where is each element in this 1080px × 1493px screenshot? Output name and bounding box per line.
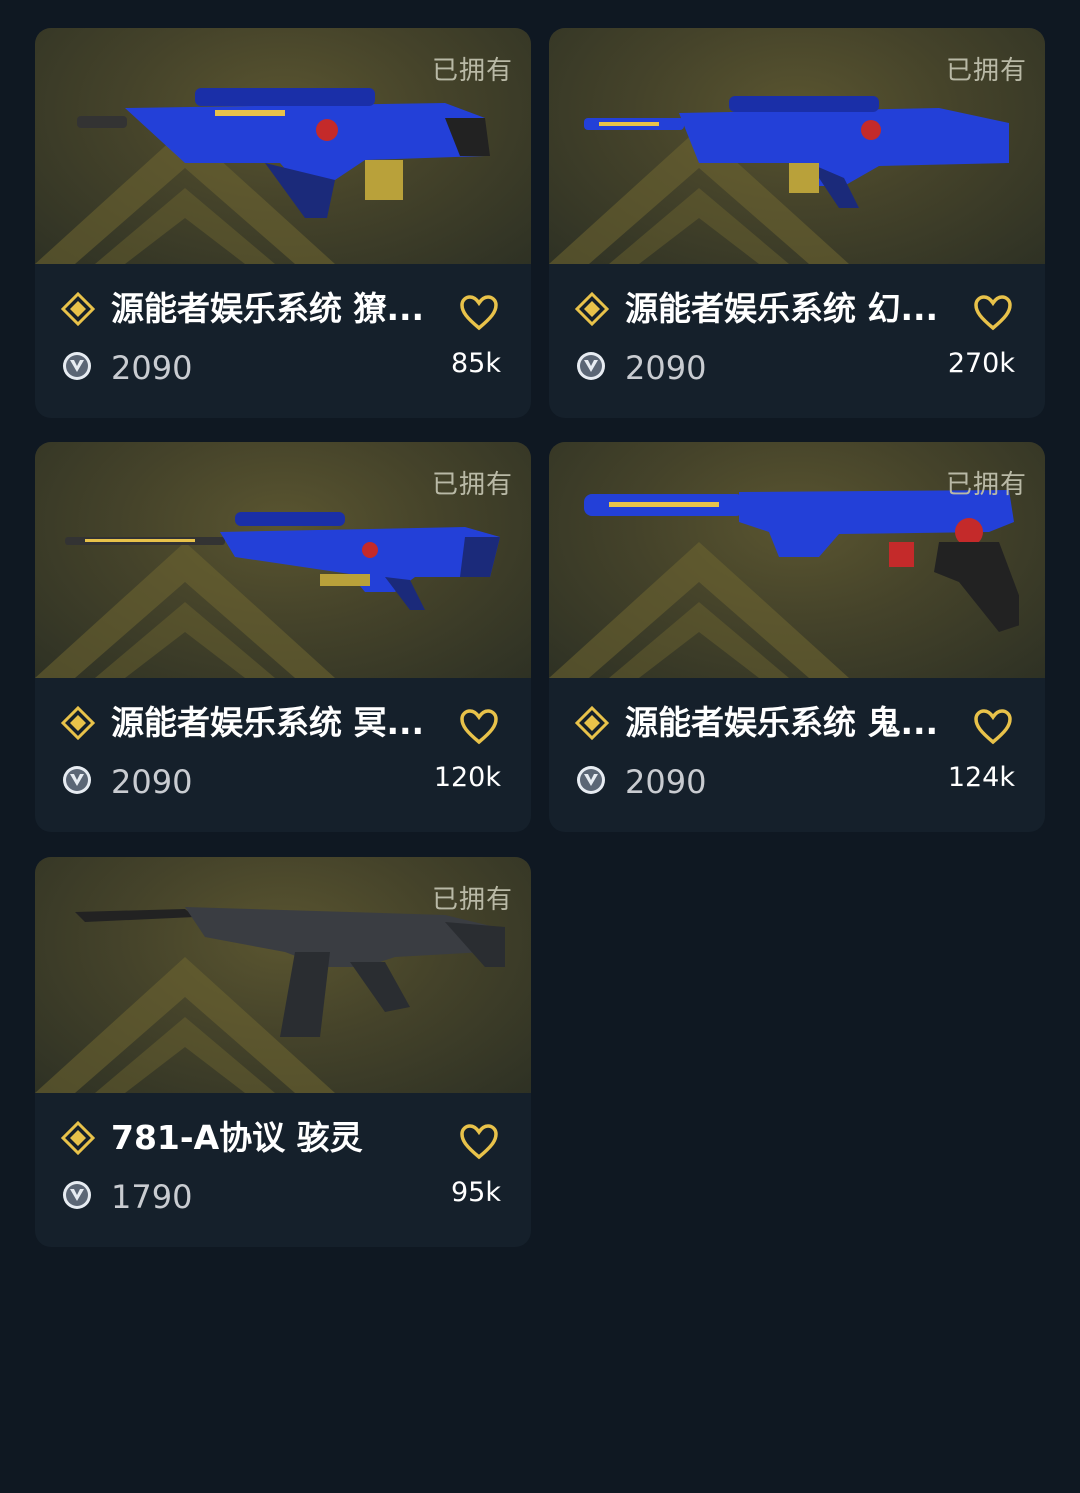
price: 2090 — [111, 349, 193, 387]
price: 1790 — [111, 1178, 193, 1216]
valorant-points-icon — [577, 766, 605, 794]
skin-image: 已拥有 — [35, 28, 531, 264]
skin-image: 已拥有 — [549, 442, 1045, 678]
skin-name: 源能者娱乐系统 鬼... — [625, 703, 939, 742]
sniper-rifle-icon — [65, 512, 500, 610]
heart-outline-icon[interactable] — [973, 708, 1013, 746]
price: 2090 — [625, 349, 707, 387]
skin-image: 已拥有 — [35, 857, 531, 1093]
diamond-tier-icon — [575, 292, 609, 326]
skin-card[interactable]: 已拥有 源能者娱乐系统 鬼... 2090 124k — [549, 442, 1045, 832]
diamond-tier-icon — [61, 1121, 95, 1155]
skin-card[interactable]: 已拥有 781-A协议 骇灵 1790 95k — [35, 857, 531, 1247]
skin-card[interactable]: 已拥有 源能者娱乐系统 獠... 2090 85k — [35, 28, 531, 418]
owned-label: 已拥有 — [431, 56, 513, 86]
price: 2090 — [625, 763, 707, 801]
diamond-tier-icon — [575, 706, 609, 740]
skin-name: 源能者娱乐系统 冥... — [111, 703, 425, 742]
favorite-count: 95k — [451, 1177, 501, 1208]
skin-image: 已拥有 — [35, 442, 531, 678]
heart-outline-icon[interactable] — [459, 1123, 499, 1161]
favorite-count: 85k — [451, 348, 501, 379]
rifle-icon — [584, 96, 1009, 208]
skin-card[interactable]: 已拥有 源能者娱乐系统 幻... 2090 270k — [549, 28, 1045, 418]
valorant-points-icon — [577, 352, 605, 380]
owned-label: 已拥有 — [431, 885, 513, 915]
heart-outline-icon[interactable] — [459, 294, 499, 332]
pistol-icon — [584, 490, 1019, 632]
owned-label: 已拥有 — [945, 56, 1027, 86]
owned-label: 已拥有 — [431, 470, 513, 500]
valorant-points-icon — [63, 1181, 91, 1209]
skin-image: 已拥有 — [549, 28, 1045, 264]
skin-name: 源能者娱乐系统 獠... — [111, 289, 425, 328]
favorite-count: 124k — [947, 762, 1015, 793]
owned-label: 已拥有 — [945, 470, 1027, 500]
diamond-tier-icon — [61, 292, 95, 326]
valorant-points-icon — [63, 352, 91, 380]
heart-outline-icon[interactable] — [459, 708, 499, 746]
skin-name: 781-A协议 骇灵 — [111, 1118, 363, 1157]
favorite-count: 270k — [947, 348, 1015, 379]
heart-outline-icon[interactable] — [973, 294, 1013, 332]
skin-card[interactable]: 已拥有 源能者娱乐系统 冥... 2090 120k — [35, 442, 531, 832]
diamond-tier-icon — [61, 706, 95, 740]
skin-name: 源能者娱乐系统 幻... — [625, 289, 939, 328]
valorant-points-icon — [63, 766, 91, 794]
rifle-icon — [77, 88, 490, 218]
favorite-count: 120k — [433, 762, 501, 793]
smg-icon — [75, 907, 505, 1037]
price: 2090 — [111, 763, 193, 801]
